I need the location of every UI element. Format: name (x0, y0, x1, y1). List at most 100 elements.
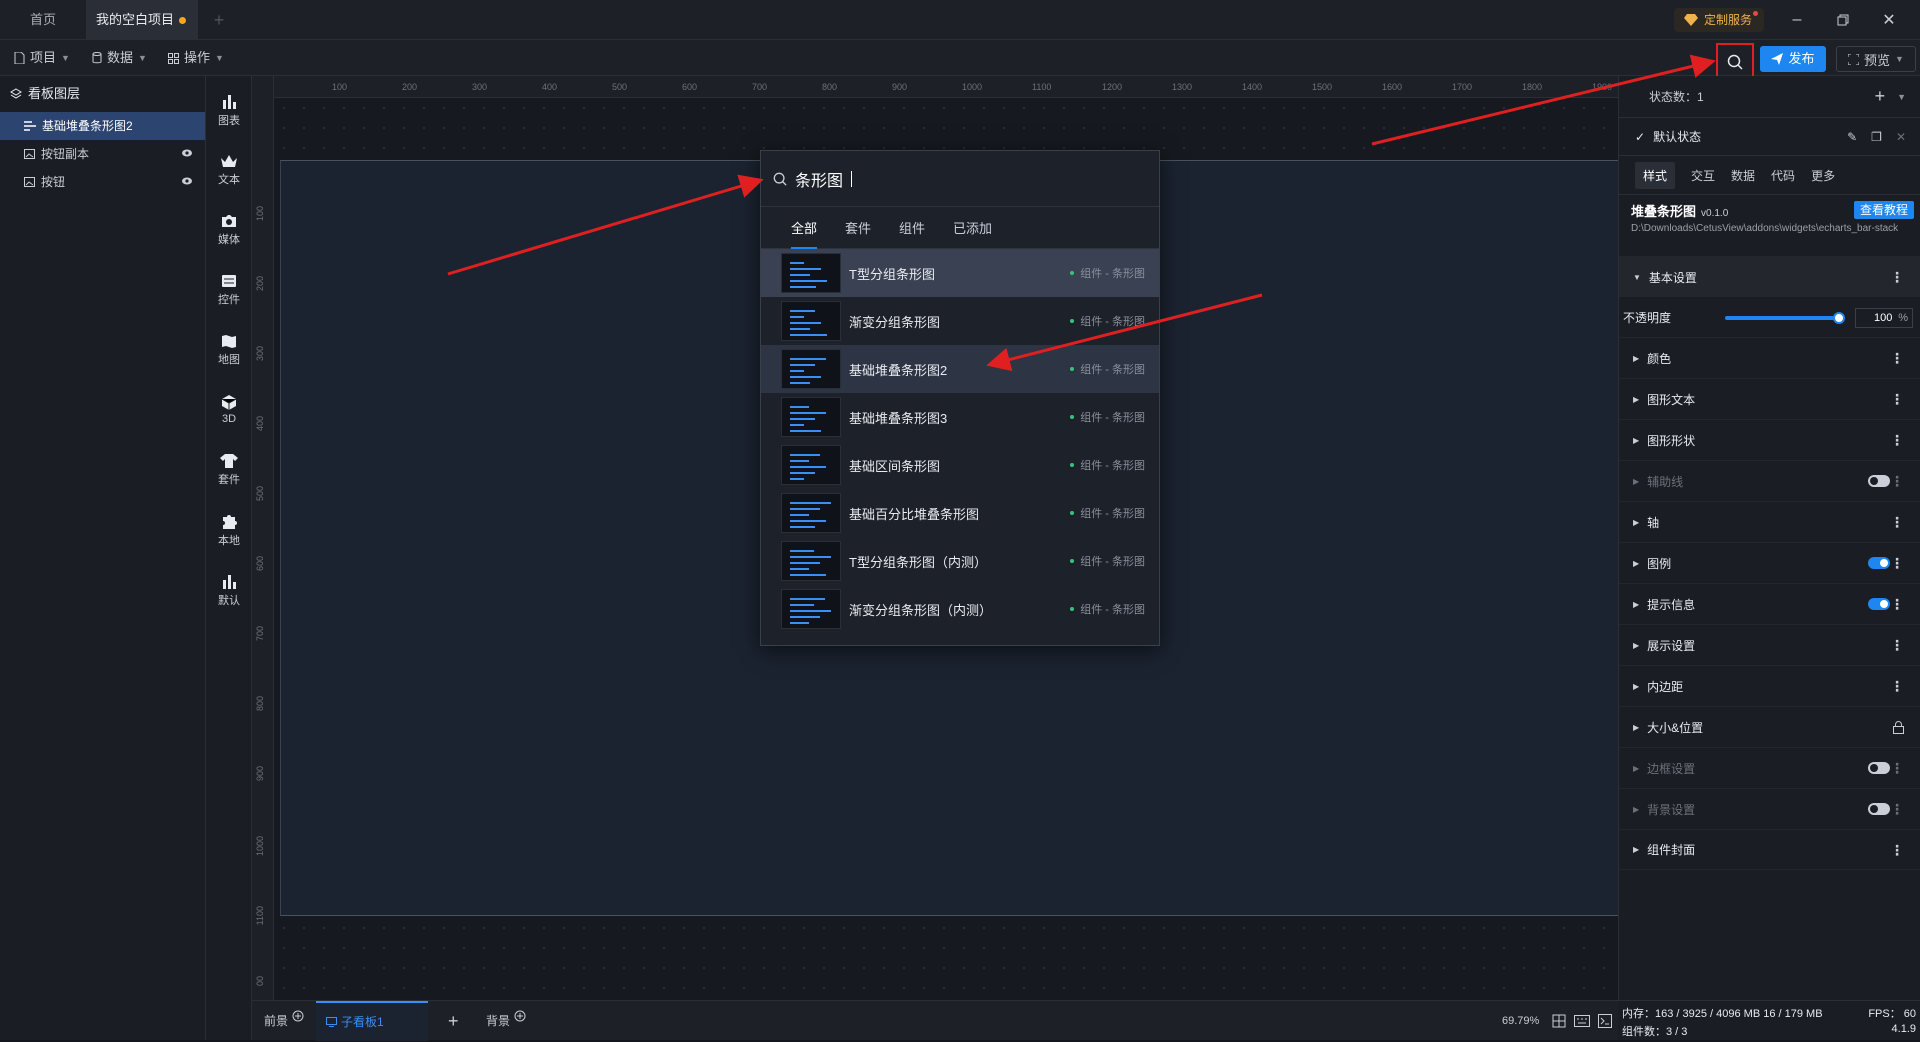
keyboard-icon[interactable] (1574, 1015, 1590, 1027)
component-search-input[interactable]: 条形图 (761, 151, 1159, 207)
section-padding[interactable]: ▶ 内边距 ⋮ (1619, 665, 1920, 706)
section-shape-text[interactable]: ▶ 图形文本 ⋮ (1619, 378, 1920, 419)
tool-map[interactable]: 地图 (206, 324, 252, 376)
add-board-button[interactable]: + (448, 1001, 459, 1041)
guide-line-toggle[interactable] (1868, 475, 1890, 487)
tool-label: 文本 (218, 173, 240, 186)
section-guide-line[interactable]: ▶ 辅助线 ⋮ (1619, 460, 1920, 501)
search-result-item[interactable]: 基础百分比堆叠条形图 组件 - 条形图 (761, 489, 1159, 537)
tab-home[interactable]: 首页 (0, 0, 86, 40)
filter-tab-all[interactable]: 全部 (791, 218, 818, 249)
section-tooltip[interactable]: ▶ 提示信息 ⋮ (1619, 583, 1920, 624)
section-axis[interactable]: ▶ 轴 ⋮ (1619, 501, 1920, 542)
section-cover[interactable]: ▶ 组件封面 ⋮ (1619, 829, 1920, 870)
more-vertical-icon[interactable]: ⋮ (1890, 843, 1904, 857)
terminal-icon[interactable] (1598, 1014, 1612, 1028)
opacity-slider-handle[interactable] (1833, 312, 1845, 324)
add-tab-button[interactable]: + (204, 0, 234, 40)
tool-chart[interactable]: 图表 (206, 84, 252, 136)
more-vertical-icon[interactable]: ⋮ (1890, 433, 1904, 447)
opacity-label: 不透明度 (1623, 310, 1672, 325)
section-legend[interactable]: ▶ 图例 ⋮ (1619, 542, 1920, 583)
tool-3d[interactable]: 3D (206, 384, 252, 436)
tool-suite[interactable]: 套件 (206, 444, 252, 496)
search-result-item[interactable]: T型分组条形图 组件 - 条形图 (761, 249, 1159, 297)
lock-icon[interactable] (1893, 721, 1904, 734)
section-display[interactable]: ▶ 展示设置 ⋮ (1619, 624, 1920, 665)
tab-code[interactable]: 代码 (1771, 167, 1795, 184)
preview-button[interactable]: 预览 ▼ (1836, 46, 1916, 72)
add-state-icon[interactable]: + (1875, 86, 1886, 107)
layer-item-button[interactable]: 按钮 (0, 168, 205, 196)
search-result-item[interactable]: T型分组条形图（内测） 组件 - 条形图 (761, 537, 1159, 585)
filter-tab-added[interactable]: 已添加 (953, 218, 992, 237)
copy-icon[interactable]: ❐ (1871, 130, 1882, 144)
eye-hidden-icon[interactable] (181, 176, 193, 186)
search-result-item[interactable]: 基础区间条形图 组件 - 条形图 (761, 441, 1159, 489)
tool-controls[interactable]: 控件 (206, 264, 252, 316)
eye-hidden-icon[interactable] (181, 148, 193, 158)
filter-tab-suite[interactable]: 套件 (845, 218, 871, 237)
restore-icon[interactable] (1820, 0, 1866, 40)
more-vertical-icon[interactable]: ⋮ (1890, 802, 1904, 816)
opacity-input[interactable]: 100% (1855, 308, 1913, 328)
more-vertical-icon[interactable]: ⋮ (1890, 515, 1904, 529)
plus-circle-icon[interactable] (514, 1010, 526, 1022)
fit-screen-icon[interactable] (1552, 1014, 1566, 1028)
foreground-tab[interactable]: 前景 (264, 1001, 304, 1041)
tab-data[interactable]: 数据 (1731, 167, 1755, 184)
sub-board-tab[interactable]: 子看板1 (316, 1001, 428, 1041)
more-vertical-icon[interactable]: ⋮ (1890, 761, 1904, 775)
zoom-level[interactable]: 69.79% (1502, 1001, 1539, 1041)
section-basic-settings[interactable]: ▼ 基本设置 ⋮ (1619, 256, 1920, 297)
default-state-row[interactable]: ✓ 默认状态 ✎ ❐ ✕ (1619, 118, 1920, 156)
more-vertical-icon[interactable]: ⋮ (1890, 474, 1904, 488)
opacity-slider[interactable] (1725, 316, 1837, 320)
tab-my-blank-project[interactable]: 我的空白项目 (86, 0, 198, 40)
text-cursor (851, 170, 853, 187)
tooltip-toggle[interactable] (1868, 598, 1890, 610)
more-vertical-icon[interactable]: ⋮ (1890, 351, 1904, 365)
tool-text[interactable]: 文本 (206, 144, 252, 196)
publish-button[interactable]: 发布 (1760, 46, 1826, 72)
minimize-icon[interactable]: – (1774, 0, 1820, 40)
border-toggle[interactable] (1868, 762, 1890, 774)
custom-service-button[interactable]: 定制服务 (1674, 8, 1764, 32)
section-size-position[interactable]: ▶ 大小&位置 (1619, 706, 1920, 747)
more-vertical-icon[interactable]: ⋮ (1890, 597, 1904, 611)
search-result-item[interactable]: 渐变分组条形图（内测） 组件 - 条形图 (761, 585, 1159, 633)
tab-more[interactable]: 更多 (1811, 167, 1835, 184)
search-result-item[interactable]: 渐变分组条形图 组件 - 条形图 (761, 297, 1159, 345)
more-vertical-icon[interactable]: ⋮ (1890, 679, 1904, 693)
close-icon[interactable]: ✕ (1866, 0, 1912, 40)
tab-interaction[interactable]: 交互 (1691, 167, 1715, 184)
layer-item-button-copy[interactable]: 按钮副本 (0, 140, 205, 168)
delete-icon[interactable]: ✕ (1896, 130, 1906, 144)
menu-data[interactable]: 数据 ▼ (92, 40, 147, 76)
more-vertical-icon[interactable]: ⋮ (1890, 556, 1904, 570)
filter-tab-component[interactable]: 组件 (899, 218, 925, 237)
search-result-item[interactable]: 基础堆叠条形图3 组件 - 条形图 (761, 393, 1159, 441)
view-tutorial-button[interactable]: 查看教程 (1853, 201, 1914, 219)
legend-toggle[interactable] (1868, 557, 1890, 569)
section-color[interactable]: ▶ 颜色 ⋮ (1619, 337, 1920, 378)
more-vertical-icon[interactable]: ⋮ (1890, 392, 1904, 406)
plus-circle-icon[interactable] (292, 1010, 304, 1022)
background-tab[interactable]: 背景 (486, 1001, 526, 1041)
tab-style[interactable]: 样式 (1635, 161, 1676, 189)
search-result-item[interactable]: 基础堆叠条形图2 组件 - 条形图 (761, 345, 1159, 393)
section-border[interactable]: ▶ 边框设置 ⋮ (1619, 747, 1920, 788)
menu-operation[interactable]: 操作 ▼ (168, 40, 224, 76)
tool-default[interactable]: 默认 (206, 564, 252, 616)
background-toggle[interactable] (1868, 803, 1890, 815)
layer-item-stacked-bar[interactable]: 基础堆叠条形图2 (0, 112, 205, 140)
more-vertical-icon[interactable]: ⋮ (1890, 638, 1904, 652)
tool-local[interactable]: 本地 (206, 504, 252, 556)
menu-project[interactable]: 项目 ▼ (14, 40, 70, 76)
section-shape-form[interactable]: ▶ 图形形状 ⋮ (1619, 419, 1920, 460)
more-vertical-icon[interactable]: ⋮ (1890, 270, 1904, 284)
edit-icon[interactable]: ✎ (1847, 130, 1857, 144)
section-background[interactable]: ▶ 背景设置 ⋮ (1619, 788, 1920, 829)
chevron-down-icon[interactable]: ▼ (1897, 92, 1906, 102)
tool-media[interactable]: 媒体 (206, 204, 252, 256)
